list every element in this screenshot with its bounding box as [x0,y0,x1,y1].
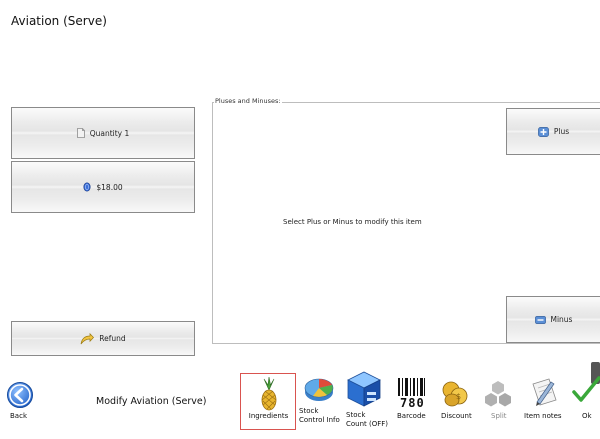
plus-button[interactable]: Plus [506,108,600,155]
coins-icon[interactable]: $ [441,378,469,412]
pluses-minuses-label: Pluses and Minuses: [214,97,282,105]
split-label: Split [491,412,507,420]
quantity-label: Quantity 1 [89,128,130,138]
minus-button[interactable]: Minus [506,296,600,343]
back-arrow-icon[interactable] [6,381,34,409]
stock-count-box-icon[interactable] [346,370,382,412]
page-title: Aviation (Serve) [11,14,107,28]
price-label: $18.00 [96,182,123,192]
ok-label: Ok [582,412,592,420]
plus-icon [538,126,549,137]
coin-icon [83,182,91,192]
minus-label: Minus [550,315,573,324]
refund-label: Refund [99,334,126,343]
plus-label: Plus [553,127,570,136]
split-icon[interactable] [484,380,512,412]
ingredients-label: Ingredients [248,412,289,420]
price-button[interactable]: $18.00 [11,161,195,213]
stock-control-info-label: Stock Control Info [299,407,340,424]
svg-text:$: $ [456,392,461,401]
discount-label: Discount [441,412,472,420]
item-notes-label: Item notes [524,412,562,420]
pluses-minuses-message: Select Plus or Minus to modify this item [283,218,422,226]
minus-icon [534,315,546,324]
refund-arrow-icon [80,332,95,345]
refund-button[interactable]: Refund [11,321,195,356]
barcode-label: Barcode [397,412,426,420]
ok-checkmark-icon[interactable] [572,362,600,412]
modify-item-label: Modify Aviation (Serve) [96,396,207,407]
pineapple-icon [258,376,280,415]
quantity-button[interactable]: Quantity 1 [11,107,195,159]
back-label[interactable]: Back [10,412,27,420]
document-icon [76,128,85,138]
stock-count-label: Stock Count (OFF) [346,411,389,428]
barcode-digits: 780 [400,396,425,410]
notes-pencil-icon[interactable] [529,376,559,412]
pie-chart-icon[interactable] [303,376,335,408]
